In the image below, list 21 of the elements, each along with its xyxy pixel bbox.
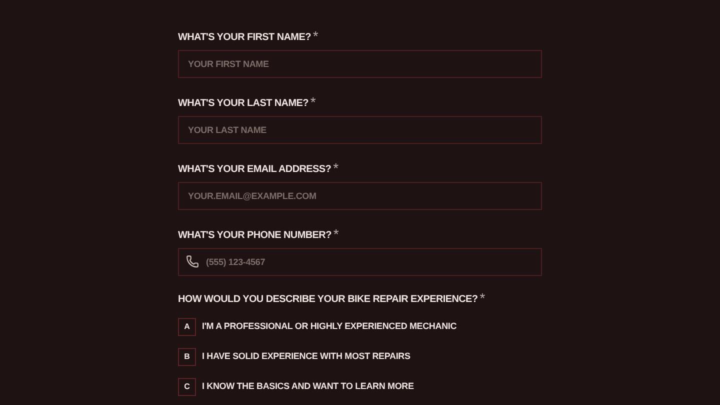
field-label: WHAT'S YOUR LAST NAME? bbox=[178, 97, 308, 111]
input-field[interactable]: YOUR.EMAIL@EXAMPLE.COM bbox=[178, 182, 542, 210]
required-asterisk: * bbox=[333, 162, 339, 174]
option-key[interactable]: B bbox=[178, 348, 196, 366]
option-label[interactable]: I HAVE SOLID EXPERIENCE WITH MOST REPAIRS bbox=[202, 350, 410, 364]
required-asterisk: * bbox=[310, 96, 316, 108]
phone-field[interactable]: (555) 123-4567 bbox=[178, 248, 542, 276]
option-key[interactable]: C bbox=[178, 378, 196, 396]
option-label[interactable]: I'M A PROFESSIONAL OR HIGHLY EXPERIENCED MECHANIC bbox=[202, 320, 457, 334]
option-key[interactable]: A bbox=[178, 318, 196, 336]
required-asterisk: * bbox=[480, 292, 486, 304]
input-field[interactable]: YOUR LAST NAME bbox=[178, 116, 542, 144]
field-label: HOW WOULD YOU DESCRIBE YOUR BIKE REPAIR EXPERIENCE? bbox=[178, 293, 478, 307]
phone-icon bbox=[186, 255, 199, 268]
option-label[interactable]: I KNOW THE BASICS AND WANT TO LEARN MORE bbox=[202, 380, 414, 394]
input-field[interactable]: YOUR FIRST NAME bbox=[178, 50, 542, 78]
field-label: WHAT'S YOUR FIRST NAME? bbox=[178, 31, 311, 45]
field-label: WHAT'S YOUR EMAIL ADDRESS? bbox=[178, 163, 332, 177]
field-label: WHAT'S YOUR PHONE NUMBER? bbox=[178, 229, 332, 243]
required-asterisk: * bbox=[333, 228, 339, 240]
required-asterisk: * bbox=[312, 30, 318, 42]
